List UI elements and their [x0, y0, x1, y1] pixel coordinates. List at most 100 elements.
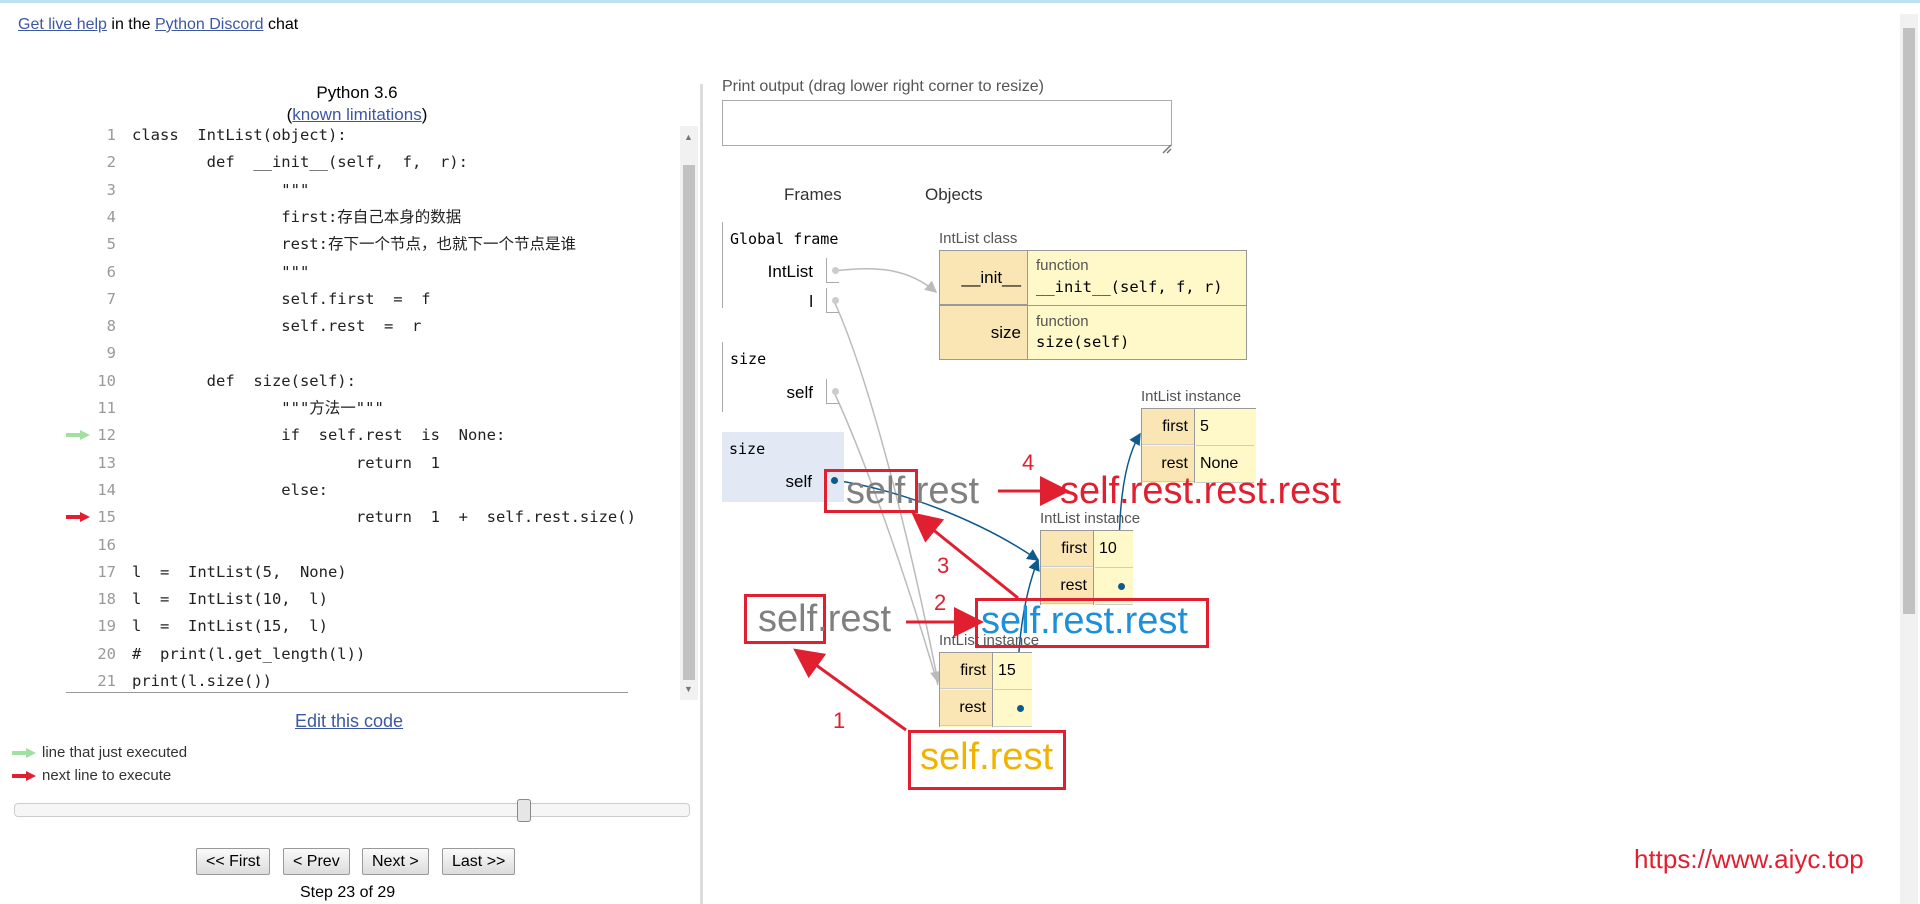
code-scrollbar-thumb[interactable]	[683, 165, 695, 680]
method-init-sig: __init__(self, f, r)	[1036, 278, 1223, 296]
code-line: 19 l = IntList(15, l)	[66, 613, 666, 640]
language-label: Python 3.6	[316, 83, 398, 102]
live-help-link[interactable]: Get live help	[18, 16, 107, 33]
method-init-type: function	[1036, 257, 1089, 274]
frame-name: size	[729, 440, 766, 458]
code-line: 15 return 1 + self.rest.size()	[66, 504, 666, 531]
line-code: # print(l.get_length(l))	[132, 644, 366, 663]
pointer-intlist-to-class	[833, 267, 938, 293]
line-number[interactable]: 1	[66, 122, 116, 149]
line-number[interactable]: 17	[66, 559, 116, 586]
next-button[interactable]: Next >	[362, 848, 429, 875]
field-first-key: first	[1041, 531, 1093, 567]
field-first-key: first	[940, 653, 992, 689]
line-number[interactable]: 21	[66, 668, 116, 695]
line-number[interactable]: 13	[66, 450, 116, 477]
line-code: l = IntList(5, None)	[132, 562, 347, 581]
line-number[interactable]: 9	[66, 340, 116, 367]
annotation-self-rest-rest: self.rest.rest	[981, 600, 1188, 642]
step-slider-handle[interactable]	[517, 799, 531, 822]
code-line: 7 self.first = f	[66, 286, 666, 313]
method-size-sig: size(self)	[1036, 333, 1130, 351]
line-number[interactable]: 6	[66, 259, 116, 286]
scroll-down-icon[interactable]: ▼	[684, 684, 693, 694]
arrow-1	[793, 648, 907, 732]
first-button[interactable]: << First	[196, 848, 271, 875]
line-number[interactable]: 20	[66, 641, 116, 668]
pointer-self-to-instance-15	[833, 391, 939, 686]
line-number[interactable]: 7	[66, 286, 116, 313]
line-code: def size(self):	[132, 371, 356, 390]
red-arrow-icon	[12, 771, 36, 782]
step-counter: Step 23 of 29	[300, 884, 396, 901]
method-size-key: size	[940, 306, 1028, 359]
line-number[interactable]: 4	[66, 204, 116, 231]
line-number[interactable]: 14	[66, 477, 116, 504]
pointer-dot	[1017, 705, 1024, 712]
scroll-up-icon[interactable]: ▲	[684, 132, 693, 142]
code-line: 13 return 1	[66, 450, 666, 477]
legend-executed-label: line that just executed	[42, 744, 188, 761]
line-code: l = IntList(15, l)	[132, 617, 328, 636]
annotation-self-rest-gray-left: self.rest	[758, 598, 892, 640]
print-output-box[interactable]	[722, 100, 1172, 146]
frames-header: Frames	[784, 185, 842, 204]
line-code: class IntList(object):	[132, 126, 347, 144]
print-output-label: Print output (drag lower right corner to…	[722, 78, 1044, 95]
line-number[interactable]: 10	[66, 368, 116, 395]
line-code: return 1	[132, 453, 440, 472]
var-l: l	[809, 292, 813, 311]
green-arrow-icon	[12, 748, 36, 759]
live-help-chat: chat	[267, 16, 299, 33]
pointer-dot	[832, 267, 839, 274]
line-code: return 1 + self.rest.size()	[132, 508, 636, 527]
field-first-key: first	[1142, 409, 1194, 445]
global-frame: Global frame IntList l	[722, 222, 845, 313]
code-line: 20 # print(l.get_length(l))	[66, 641, 666, 668]
line-code: first:存自己本身的数据	[132, 207, 462, 226]
code-line: 16	[66, 532, 666, 559]
line-code: print(l.size())	[132, 672, 272, 690]
var-intlist: IntList	[767, 262, 813, 281]
global-frame-name: Global frame	[730, 230, 839, 248]
field-first-value: 10	[1095, 531, 1133, 568]
code-line: 2 def __init__(self, f, r):	[66, 149, 666, 176]
discord-link[interactable]: Python Discord	[155, 16, 264, 33]
line-number[interactable]: 19	[66, 613, 116, 640]
column-separator	[1093, 531, 1094, 605]
line-number[interactable]: 11	[66, 395, 116, 422]
field-first-value: 15	[994, 653, 1032, 690]
code-line: 12 if self.rest is None:	[66, 422, 666, 449]
line-code: rest:存下一个节点，也就下一个节点是谁	[132, 235, 576, 254]
last-button[interactable]: Last >>	[442, 848, 516, 875]
size-frame-1: size self	[722, 342, 845, 412]
legend-executed: line that just executed	[12, 744, 187, 761]
instance-5-label: IntList instance	[1141, 388, 1242, 405]
edit-code-link[interactable]: Edit this code	[295, 711, 403, 732]
prev-button[interactable]: < Prev	[283, 848, 350, 875]
var-self: self	[785, 472, 812, 491]
code-line: 11 """方法一"""	[66, 395, 666, 422]
line-number[interactable]: 5	[66, 231, 116, 258]
pointer-dot	[1118, 583, 1125, 590]
method-init-key: __init__	[940, 251, 1028, 305]
code-line: 1 class IntList(object):	[66, 122, 666, 149]
line-number[interactable]: 8	[66, 313, 116, 340]
line-number[interactable]: 3	[66, 177, 116, 204]
resize-handle-icon[interactable]	[1162, 144, 1172, 154]
line-code: else:	[132, 480, 328, 499]
line-number[interactable]: 18	[66, 586, 116, 613]
field-first-value: 5	[1196, 409, 1254, 446]
page-scrollbar-thumb[interactable]	[1903, 28, 1915, 614]
live-help-bar: Get live help in the Python Discord chat	[18, 16, 298, 34]
pointer-dot	[832, 388, 839, 395]
line-number[interactable]: 16	[66, 532, 116, 559]
step-slider[interactable]	[14, 803, 690, 817]
panel-divider[interactable]	[700, 84, 703, 904]
code-line: 10 def size(self):	[66, 368, 666, 395]
line-number[interactable]: 2	[66, 149, 116, 176]
next-line-arrow-icon	[66, 512, 90, 523]
frame-name: size	[730, 350, 767, 368]
instance-10: first 10 rest	[1040, 530, 1133, 605]
watermark-url: https://www.aiyc.top	[1634, 844, 1864, 874]
